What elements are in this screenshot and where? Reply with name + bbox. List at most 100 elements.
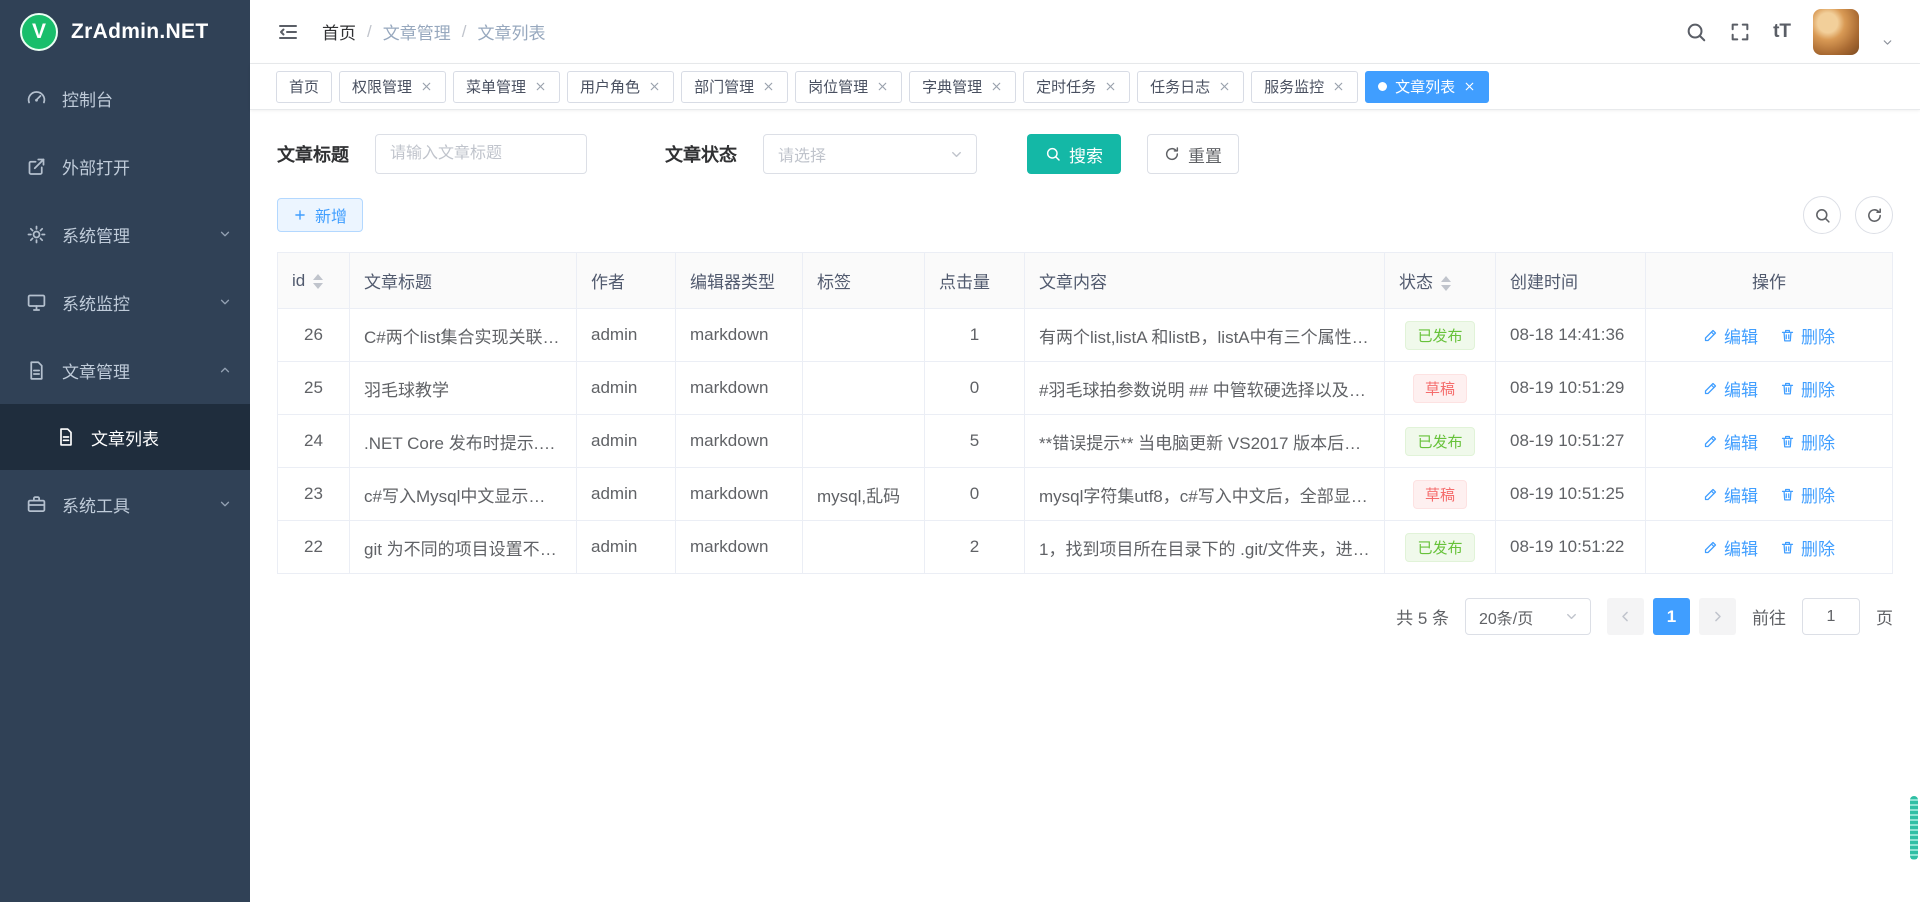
- user-avatar[interactable]: [1813, 9, 1859, 55]
- sidebar-item-system-tools[interactable]: 系统工具: [0, 470, 250, 538]
- search-button[interactable]: 搜索: [1027, 134, 1121, 174]
- sidebar-subitem-article-list[interactable]: 文章列表: [0, 404, 250, 470]
- document-icon: [26, 360, 47, 381]
- close-icon[interactable]: [648, 80, 661, 93]
- search-icon: [1814, 207, 1831, 224]
- delete-button[interactable]: 删除: [1780, 535, 1835, 560]
- tab-server-monitor[interactable]: 服务监控: [1251, 71, 1358, 103]
- close-icon[interactable]: [1104, 80, 1117, 93]
- add-button[interactable]: 新增: [277, 198, 363, 232]
- sidebar-item-system-monitor[interactable]: 系统监控: [0, 268, 250, 336]
- select-placeholder: 请选择: [778, 142, 826, 166]
- edit-button[interactable]: 编辑: [1703, 429, 1758, 454]
- sidebar-item-article-admin[interactable]: 文章管理: [0, 336, 250, 404]
- cell-id: 25: [278, 362, 350, 415]
- search-icon[interactable]: [1685, 21, 1707, 43]
- chevron-down-icon: [218, 497, 232, 511]
- sidebar-item-external-open[interactable]: 外部打开: [0, 132, 250, 200]
- edit-button[interactable]: 编辑: [1703, 376, 1758, 401]
- app-logo[interactable]: V ZrAdmin.NET: [0, 0, 250, 64]
- tab-job-log[interactable]: 任务日志: [1137, 71, 1244, 103]
- breadcrumb-item[interactable]: 首页: [322, 19, 356, 44]
- close-icon[interactable]: [876, 80, 889, 93]
- toggle-search-button[interactable]: [1803, 196, 1841, 234]
- column-header-status[interactable]: 状态: [1385, 253, 1496, 309]
- logo-letter: V: [32, 20, 46, 44]
- tab-user-role[interactable]: 用户角色: [567, 71, 674, 103]
- cell-actions: 编辑删除: [1646, 415, 1893, 468]
- edit-button[interactable]: 编辑: [1703, 535, 1758, 560]
- app-title: ZrAdmin.NET: [71, 20, 208, 44]
- status-badge: 草稿: [1413, 374, 1467, 403]
- sort-asc-icon[interactable]: [313, 274, 323, 280]
- close-icon[interactable]: [1218, 80, 1231, 93]
- tab-job[interactable]: 定时任务: [1023, 71, 1130, 103]
- fullscreen-icon[interactable]: [1729, 21, 1751, 43]
- reset-button-label: 重置: [1188, 142, 1222, 167]
- close-icon[interactable]: [990, 80, 1003, 93]
- cell-tags: [803, 362, 925, 415]
- font-size-icon[interactable]: tT: [1773, 21, 1791, 43]
- gear-icon: [26, 224, 47, 245]
- tab-perm[interactable]: 权限管理: [339, 71, 446, 103]
- delete-button[interactable]: 删除: [1780, 482, 1835, 507]
- close-icon[interactable]: [762, 80, 775, 93]
- article-status-select[interactable]: 请选择: [763, 134, 977, 174]
- close-icon[interactable]: [420, 80, 433, 93]
- article-title-input[interactable]: [375, 134, 587, 174]
- delete-button[interactable]: 删除: [1780, 429, 1835, 454]
- breadcrumb-item[interactable]: 文章管理: [383, 19, 451, 44]
- sort-icon[interactable]: [313, 274, 323, 289]
- sidebar-item-console[interactable]: 控制台: [0, 64, 250, 132]
- sidebar-item-label: 系统工具: [62, 492, 130, 517]
- tab-menu[interactable]: 菜单管理: [453, 71, 560, 103]
- column-header-id[interactable]: id: [278, 253, 350, 309]
- cell-content: **错误提示** 当电脑更新 VS2017 版本后，如果...: [1025, 415, 1385, 468]
- page-size-select[interactable]: 20条/页: [1465, 598, 1591, 635]
- current-page-button[interactable]: 1: [1653, 598, 1690, 635]
- delete-button[interactable]: 删除: [1780, 376, 1835, 401]
- tab-dept[interactable]: 部门管理: [681, 71, 788, 103]
- delete-button[interactable]: 删除: [1780, 323, 1835, 348]
- sidebar-collapse-icon[interactable]: [276, 20, 300, 44]
- tab-home[interactable]: 首页: [276, 71, 332, 103]
- topbar: 首页/文章管理/文章列表 tT: [250, 0, 1920, 64]
- tab-dict[interactable]: 字典管理: [909, 71, 1016, 103]
- close-icon[interactable]: [1332, 80, 1345, 93]
- goto-unit-label: 页: [1876, 604, 1893, 629]
- reset-button[interactable]: 重置: [1147, 134, 1239, 174]
- sort-desc-icon[interactable]: [313, 283, 323, 289]
- cell-title: .NET Core 发布时提示.NET...: [350, 415, 577, 468]
- table-row: 23c#写入Mysql中文显示乱码 ...adminmarkdownmysql,…: [278, 468, 1893, 521]
- scrollbar-thumb[interactable]: [1910, 796, 1918, 860]
- status-badge: 已发布: [1405, 321, 1474, 350]
- refresh-table-button[interactable]: [1855, 196, 1893, 234]
- column-label: 编辑器类型: [690, 273, 775, 292]
- next-page-button[interactable]: [1699, 598, 1736, 635]
- plus-icon: [293, 208, 307, 222]
- cell-editor-type: markdown: [676, 521, 803, 574]
- tab-label: 文章列表: [1395, 76, 1455, 97]
- edit-button[interactable]: 编辑: [1703, 482, 1758, 507]
- sort-desc-icon[interactable]: [1441, 285, 1451, 291]
- user-menu-caret-icon[interactable]: [1881, 36, 1894, 49]
- tab-article-list[interactable]: 文章列表: [1365, 71, 1489, 103]
- document-icon: [56, 427, 76, 447]
- close-icon[interactable]: [534, 80, 547, 93]
- prev-page-button[interactable]: [1607, 598, 1644, 635]
- cell-tags: [803, 415, 925, 468]
- edit-icon: [1703, 487, 1718, 502]
- column-header-clicks: 点击量: [925, 253, 1025, 309]
- cell-editor-type: markdown: [676, 309, 803, 362]
- sort-asc-icon[interactable]: [1441, 276, 1451, 282]
- edit-button[interactable]: 编辑: [1703, 323, 1758, 348]
- tab-post[interactable]: 岗位管理: [795, 71, 902, 103]
- close-icon[interactable]: [1463, 80, 1476, 93]
- breadcrumb-item[interactable]: 文章列表: [477, 19, 545, 44]
- sidebar-item-system-admin[interactable]: 系统管理: [0, 200, 250, 268]
- cell-created: 08-19 10:51:22: [1496, 521, 1646, 574]
- goto-page-input[interactable]: [1802, 598, 1860, 635]
- sort-icon[interactable]: [1441, 276, 1451, 291]
- cell-created: 08-19 10:51:25: [1496, 468, 1646, 521]
- topbar-actions: tT: [1685, 9, 1894, 55]
